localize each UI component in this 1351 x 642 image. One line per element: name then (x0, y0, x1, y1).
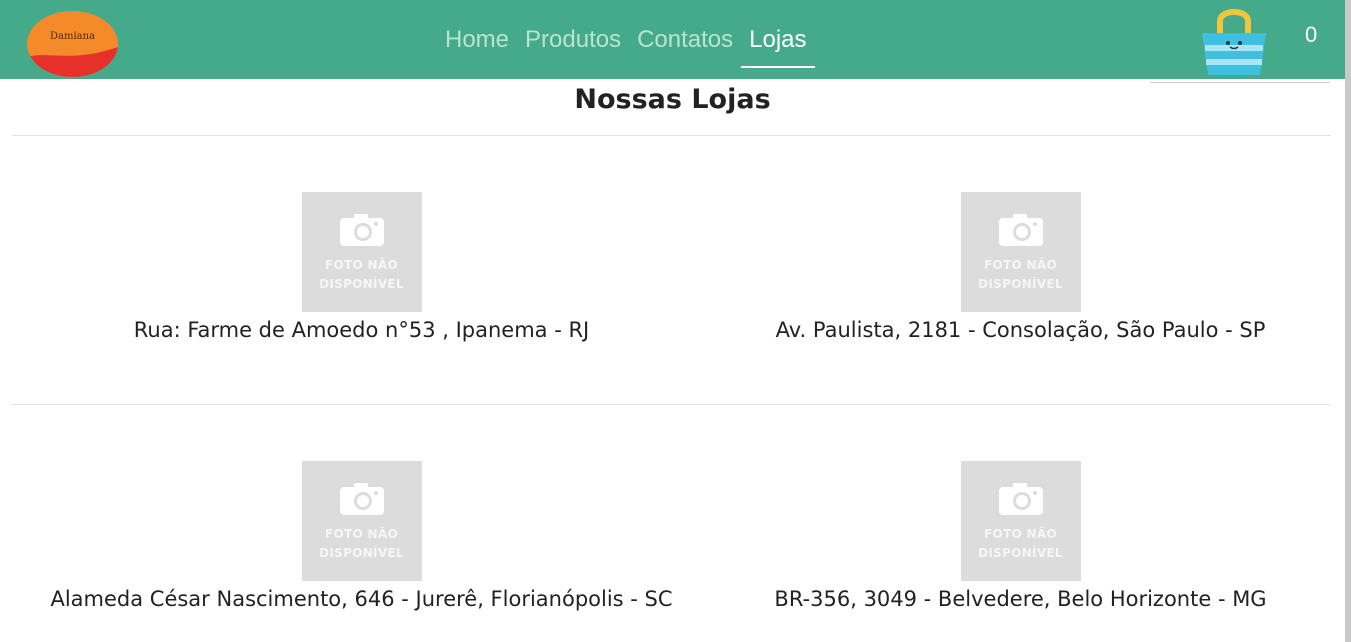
store-address: BR-356, 3049 - Belvedere, Belo Horizonte… (774, 587, 1267, 611)
photo-unavailable-text: FOTO NÃO DISPONÍVEL (302, 525, 422, 563)
camera-icon (339, 214, 384, 246)
store-card: FOTO NÃO DISPONÍVEL Rua: Farme de Amoedo… (32, 192, 691, 344)
photo-unavailable-text: FOTO NÃO DISPONÍVEL (961, 256, 1081, 294)
shopping-bag-icon[interactable] (1198, 3, 1270, 77)
brand-logo[interactable]: Damiana (27, 11, 118, 77)
page-title: Nossas Lojas (574, 84, 771, 115)
section-divider (12, 404, 1331, 405)
store-card: FOTO NÃO DISPONÍVEL BR-356, 3049 - Belve… (691, 461, 1350, 613)
nav-link-lojas[interactable]: Lojas (741, 24, 815, 68)
main-nav: Home Produtos Contatos Lojas (437, 24, 815, 68)
nav-link-contatos[interactable]: Contatos (629, 24, 741, 68)
store-card: FOTO NÃO DISPONÍVEL Alameda César Nascim… (32, 461, 691, 613)
photo-text-line2: DISPONÍVEL (978, 277, 1063, 291)
nav-link-home[interactable]: Home (437, 24, 517, 68)
brand-logo-text: Damiana (49, 31, 96, 42)
camera-icon (339, 483, 384, 515)
store-photo-placeholder: FOTO NÃO DISPONÍVEL (960, 461, 1081, 581)
photo-text-line1: FOTO NÃO (984, 527, 1057, 541)
store-photo-placeholder: FOTO NÃO DISPONÍVEL (960, 192, 1081, 312)
store-card: FOTO NÃO DISPONÍVEL Av. Paulista, 2181 -… (691, 192, 1350, 344)
camera-icon (998, 214, 1043, 246)
photo-text-line2: DISPONÍVEL (319, 277, 404, 291)
photo-unavailable-text: FOTO NÃO DISPONÍVEL (961, 525, 1081, 563)
cart-count-badge: 0 (1305, 22, 1318, 47)
store-photo-placeholder: FOTO NÃO DISPONÍVEL (301, 192, 422, 312)
cart-dropdown-edge (1150, 82, 1330, 83)
camera-icon (998, 483, 1043, 515)
section-divider (12, 135, 1331, 136)
photo-text-line2: DISPONÍVEL (978, 546, 1063, 560)
photo-text-line2: DISPONÍVEL (319, 546, 404, 560)
photo-unavailable-text: FOTO NÃO DISPONÍVEL (302, 256, 422, 294)
photo-text-line1: FOTO NÃO (325, 527, 398, 541)
photo-text-line1: FOTO NÃO (325, 258, 398, 272)
nav-link-produtos[interactable]: Produtos (517, 24, 629, 68)
store-photo-placeholder: FOTO NÃO DISPONÍVEL (301, 461, 422, 581)
store-address: Alameda César Nascimento, 646 - Jurerê, … (50, 587, 673, 611)
store-address: Av. Paulista, 2181 - Consolação, São Pau… (775, 318, 1266, 342)
store-address: Rua: Farme de Amoedo n°53 , Ipanema - RJ (133, 318, 590, 342)
top-navbar: Damiana Home Produtos Contatos Lojas 0 (0, 0, 1345, 79)
photo-text-line1: FOTO NÃO (984, 258, 1057, 272)
